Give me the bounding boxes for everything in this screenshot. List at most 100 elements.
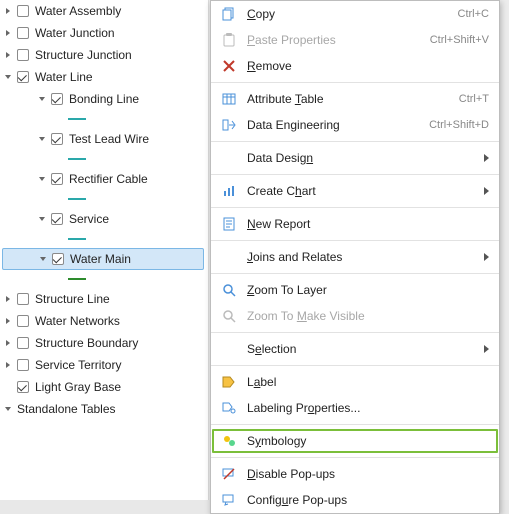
menu-item-attribute-table[interactable]: Attribute Table Ctrl+T: [211, 86, 499, 112]
layer-checkbox[interactable]: [17, 293, 29, 305]
tree-item-rectifier-cable[interactable]: Rectifier Cable: [0, 168, 208, 190]
tree-item-water-networks[interactable]: Water Networks: [0, 310, 208, 332]
menu-shortcut: Ctrl+Shift+D: [429, 119, 489, 131]
copy-icon: [217, 2, 241, 26]
triangle-right-icon[interactable]: [2, 5, 14, 17]
tree-item-structure-boundary[interactable]: Structure Boundary: [0, 332, 208, 354]
tree-item-label: Water Junction: [35, 26, 115, 40]
symbol-swatch-row: [0, 190, 208, 208]
menu-item-copy[interactable]: CopyCtrl+C: [211, 1, 499, 27]
menu-item-label: Attribute Table: [247, 92, 451, 106]
layer-checkbox[interactable]: [51, 133, 63, 145]
menu-separator: [211, 457, 499, 458]
menu-item-label: Labeling Properties...: [247, 401, 489, 415]
menu-separator: [211, 82, 499, 83]
line-swatch-icon: [68, 158, 86, 160]
tree-item-water-assembly[interactable]: Water Assembly: [0, 0, 208, 22]
triangle-right-icon[interactable]: [2, 359, 14, 371]
triangle-right-icon[interactable]: [2, 49, 14, 61]
triangle-down-icon[interactable]: [2, 403, 14, 415]
menu-item-disable-pop-ups[interactable]: Disable Pop-ups: [211, 461, 499, 487]
blank-icon: [217, 245, 241, 269]
menu-item-data-engineering[interactable]: Data EngineeringCtrl+Shift+D: [211, 112, 499, 138]
triangle-down-icon[interactable]: [37, 253, 49, 265]
menu-item-label: Label: [247, 375, 489, 389]
paste-icon: [217, 28, 241, 52]
menu-item-create-chart[interactable]: Create Chart: [211, 178, 499, 204]
layer-checkbox[interactable]: [17, 27, 29, 39]
label-icon: [217, 370, 241, 394]
layer-checkbox[interactable]: [51, 173, 63, 185]
tree-item-structure-junction[interactable]: Structure Junction: [0, 44, 208, 66]
layer-checkbox[interactable]: [17, 49, 29, 61]
menu-item-configure-pop-ups[interactable]: Configure Pop-ups: [211, 487, 499, 513]
layer-checkbox[interactable]: [17, 359, 29, 371]
menu-shortcut: Ctrl+C: [458, 8, 489, 20]
menu-shortcut: Ctrl+T: [459, 93, 489, 105]
triangle-right-icon[interactable]: [2, 293, 14, 305]
triangle-down-icon[interactable]: [36, 213, 48, 225]
symbol-swatch-row: [0, 230, 208, 248]
layer-checkbox[interactable]: [17, 5, 29, 17]
tree-item-light-gray-base[interactable]: Light Gray Base: [0, 376, 208, 398]
menu-item-label: Remove: [247, 59, 489, 73]
menu-item-new-report[interactable]: New Report: [211, 211, 499, 237]
tree-item-water-line[interactable]: Water Line: [0, 66, 208, 88]
menu-item-selection[interactable]: Selection: [211, 336, 499, 362]
menu-item-zoom-to-layer[interactable]: Zoom To Layer: [211, 277, 499, 303]
menu-separator: [211, 207, 499, 208]
tree-item-test-lead-wire[interactable]: Test Lead Wire: [0, 128, 208, 150]
menu-item-label: Paste Properties: [247, 33, 422, 47]
menu-item-labeling-properties[interactable]: Labeling Properties...: [211, 395, 499, 421]
tree-item-service[interactable]: Service: [0, 208, 208, 230]
layer-checkbox[interactable]: [51, 93, 63, 105]
labelprop-icon: [217, 396, 241, 420]
triangle-down-icon[interactable]: [2, 71, 14, 83]
layer-checkbox[interactable]: [52, 253, 64, 265]
triangle-down-icon[interactable]: [36, 133, 48, 145]
line-swatch-icon: [68, 238, 86, 240]
menu-item-data-design[interactable]: Data Design: [211, 145, 499, 171]
layer-checkbox[interactable]: [17, 337, 29, 349]
triangle-right-icon[interactable]: [2, 27, 14, 39]
tree-item-label: Water Assembly: [35, 4, 121, 18]
tree-item-structure-line[interactable]: Structure Line: [0, 288, 208, 310]
tree-item-service-territory[interactable]: Service Territory: [0, 354, 208, 376]
blank-icon: [217, 337, 241, 361]
tree-item-bonding-line[interactable]: Bonding Line: [0, 88, 208, 110]
layer-checkbox[interactable]: [17, 381, 29, 393]
menu-separator: [211, 424, 499, 425]
menu-separator: [211, 240, 499, 241]
menu-item-label[interactable]: Label: [211, 369, 499, 395]
menu-item-paste-properties: Paste PropertiesCtrl+Shift+V: [211, 27, 499, 53]
menu-item-label: Disable Pop-ups: [247, 467, 489, 481]
symbol-swatch-row: [0, 150, 208, 168]
zoomvis-icon: [217, 304, 241, 328]
menu-item-label: Zoom To Layer: [247, 283, 489, 297]
menu-item-symbology[interactable]: Symbology: [211, 428, 499, 454]
tree-item-label: Water Networks: [35, 314, 120, 328]
table-of-contents: Water Assembly Water Junction Structure Ju…: [0, 0, 209, 500]
line-swatch-icon: [68, 118, 86, 120]
menu-item-label: New Report: [247, 217, 489, 231]
menu-item-remove[interactable]: Remove: [211, 53, 499, 79]
triangle-right-icon[interactable]: [2, 315, 14, 327]
triangle-down-icon[interactable]: [36, 173, 48, 185]
tree-item-standalone-tables[interactable]: Standalone Tables: [0, 398, 208, 420]
zoomto-icon: [217, 278, 241, 302]
tree-item-water-main[interactable]: Water Main: [2, 248, 204, 270]
menu-separator: [211, 365, 499, 366]
layer-checkbox[interactable]: [17, 71, 29, 83]
triangle-right-icon[interactable]: [2, 337, 14, 349]
menu-separator: [211, 273, 499, 274]
layer-checkbox[interactable]: [17, 315, 29, 327]
layer-checkbox[interactable]: [51, 213, 63, 225]
tree-item-label: Standalone Tables: [17, 402, 116, 416]
menu-item-joins-and-relates[interactable]: Joins and Relates: [211, 244, 499, 270]
menu-item-label: Configure Pop-ups: [247, 493, 489, 507]
tree-item-label: Test Lead Wire: [69, 132, 149, 146]
menu-item-label: Selection: [247, 342, 478, 356]
tree-item-water-junction[interactable]: Water Junction: [0, 22, 208, 44]
table-icon: [217, 87, 241, 111]
triangle-down-icon[interactable]: [36, 93, 48, 105]
